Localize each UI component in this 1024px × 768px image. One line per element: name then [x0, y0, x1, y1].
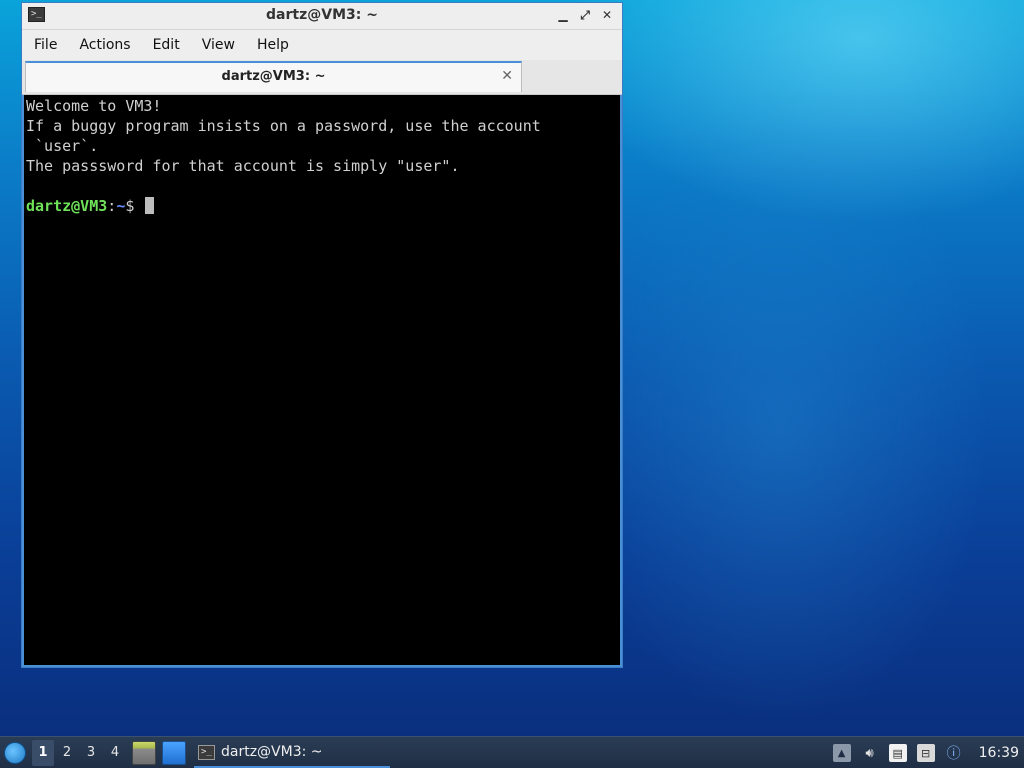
close-button[interactable]: ✕	[598, 6, 616, 24]
taskbar: 1 2 3 4 >_ dartz@VM3: ~ ▲ 🔊︎ ▤ ⊟ ⓘ 16:39	[0, 736, 1024, 768]
start-menu-button[interactable]	[0, 738, 30, 768]
terminal-icon: >_	[198, 744, 215, 760]
terminal-window[interactable]: >_ dartz@VM3: ~ ▁ ⤢ ✕ File Actions Edit …	[21, 2, 623, 668]
menu-edit[interactable]: Edit	[142, 37, 191, 53]
prompt-path: ~	[116, 197, 126, 215]
tab-close-icon[interactable]: ✕	[501, 68, 513, 84]
terminal-line: `user`.	[26, 137, 99, 155]
workspace-2[interactable]: 2	[56, 740, 78, 766]
show-desktop-icon[interactable]	[162, 741, 186, 765]
text-cursor	[145, 197, 155, 214]
menu-actions[interactable]: Actions	[68, 37, 141, 53]
tab-label: dartz@VM3: ~	[221, 69, 326, 84]
taskbar-item-label: dartz@VM3: ~	[221, 744, 323, 760]
workspace-1[interactable]: 1	[32, 740, 54, 766]
update-notifier-icon[interactable]: ⓘ	[945, 744, 963, 762]
volume-icon[interactable]: 🔊︎	[861, 744, 879, 762]
system-tray: ▲ 🔊︎ ▤ ⊟ ⓘ 16:39	[832, 737, 1024, 768]
clipboard-icon[interactable]: ▤	[888, 744, 907, 762]
menu-file[interactable]: File	[22, 37, 68, 53]
title-bar[interactable]: >_ dartz@VM3: ~ ▁ ⤢ ✕	[22, 3, 622, 30]
terminal-line: Welcome to VM3!	[26, 97, 162, 115]
prompt-separator: :	[107, 197, 117, 215]
terminal-line: If a buggy program insists on a password…	[26, 117, 541, 135]
workspace-3[interactable]: 3	[80, 740, 102, 766]
terminal-output[interactable]: Welcome to VM3! If a buggy program insist…	[24, 95, 620, 665]
network-icon[interactable]: ⊟	[916, 744, 935, 762]
clock[interactable]: 16:39	[979, 745, 1019, 761]
menu-bar: File Actions Edit View Help	[22, 30, 622, 60]
menu-help[interactable]: Help	[246, 37, 300, 53]
taskbar-item-terminal[interactable]: >_ dartz@VM3: ~	[194, 738, 390, 768]
up-arrow-icon[interactable]: ▲	[832, 744, 851, 762]
window-title: dartz@VM3: ~	[266, 7, 378, 23]
minimize-button[interactable]: ▁	[554, 6, 572, 24]
tab-terminal[interactable]: dartz@VM3: ~ ✕	[25, 61, 522, 92]
prompt-user: dartz@VM3	[26, 197, 108, 215]
menu-view[interactable]: View	[191, 37, 246, 53]
workspace-4[interactable]: 4	[104, 740, 126, 766]
maximize-button[interactable]: ⤢	[576, 6, 594, 24]
prompt-symbol: $	[125, 197, 144, 215]
file-manager-icon[interactable]	[132, 741, 156, 765]
prompt-line: dartz@VM3:~$	[26, 196, 618, 216]
lubuntu-logo-icon	[4, 742, 26, 764]
tab-bar: dartz@VM3: ~ ✕	[22, 60, 622, 95]
terminal-line: The passsword for that account is simply…	[26, 157, 460, 175]
